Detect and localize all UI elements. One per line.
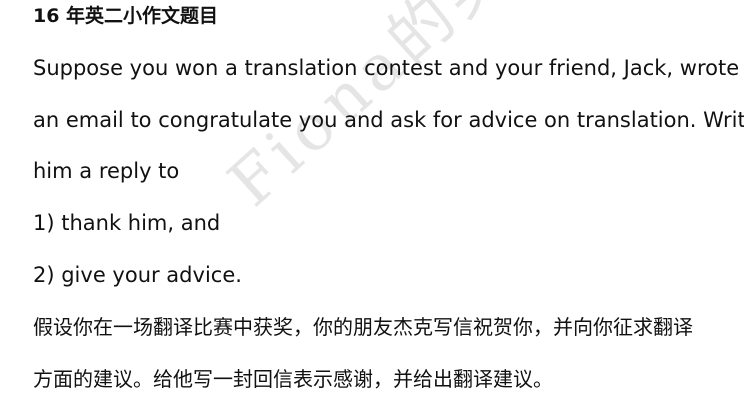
task-item-1: 1) thank him, and bbox=[33, 211, 221, 235]
task-item-2: 2) give your advice. bbox=[33, 263, 242, 287]
page-title: 16 年英二小作文题目 bbox=[33, 5, 219, 27]
prompt-line-2: an email to congratulate you and ask for… bbox=[33, 108, 744, 132]
chinese-translation-line-1: 假设你在一场翻译比赛中获奖，你的朋友杰克写信祝贺你，并向你征求翻译 bbox=[33, 315, 693, 339]
document-page: Fiona的英 16 年英二小作文题目 Suppose you won a tr… bbox=[0, 0, 744, 400]
chinese-translation-line-2: 方面的建议。给他写一封回信表示感谢，并给出翻译建议。 bbox=[33, 367, 553, 391]
prompt-line-1: Suppose you won a translation contest an… bbox=[33, 56, 740, 80]
prompt-line-3: him a reply to bbox=[33, 159, 180, 183]
